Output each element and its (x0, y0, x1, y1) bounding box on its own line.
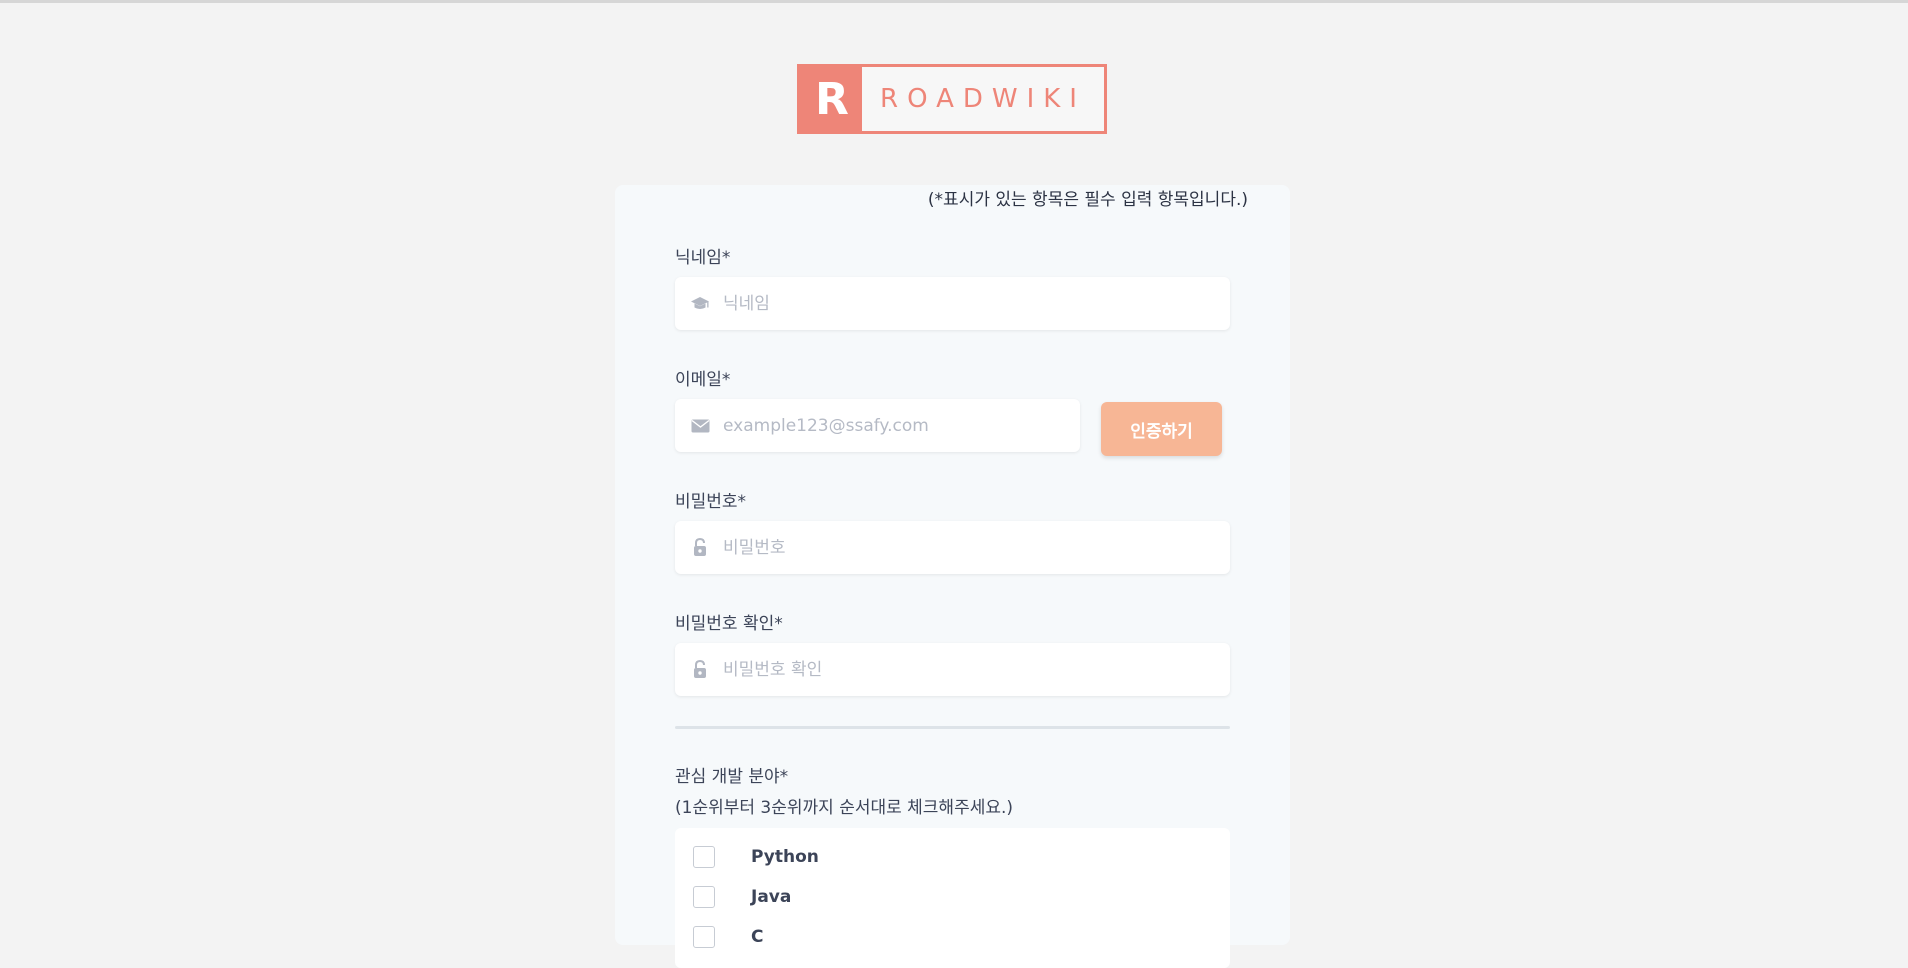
logo-mark: R (800, 67, 862, 131)
interests-hint: (1순위부터 3순위까지 순서대로 체크해주세요.) (675, 798, 1014, 818)
email-input[interactable] (721, 398, 1080, 453)
roadwiki-logo[interactable]: R ROADWIKI (797, 64, 1107, 134)
section-divider (675, 726, 1230, 729)
interest-checkbox[interactable] (693, 846, 715, 868)
password-confirm-input[interactable] (721, 642, 1230, 697)
required-note: (*표시가 있는 항목은 필수 입력 항목입니다.) (927, 190, 1248, 210)
lock-icon (689, 537, 711, 559)
interest-checkbox[interactable] (693, 886, 715, 908)
password-field[interactable] (675, 520, 1230, 575)
top-border (0, 0, 1908, 3)
envelope-icon (689, 415, 711, 437)
verify-email-button[interactable]: 인증하기 (1101, 402, 1222, 456)
nickname-field[interactable] (675, 276, 1230, 331)
graduation-cap-icon (689, 293, 711, 315)
password-label: 비밀번호* (675, 492, 747, 512)
password-confirm-label: 비밀번호 확인* (675, 614, 783, 634)
lock-icon (689, 659, 711, 681)
interest-option[interactable]: Python (693, 846, 819, 868)
nickname-input[interactable] (721, 276, 1230, 331)
logo-text: ROADWIKI (880, 84, 1086, 114)
interests-list: Python Java C (675, 828, 1230, 968)
interest-option-label: C (751, 927, 764, 947)
interest-option-label: Python (751, 847, 819, 867)
password-input[interactable] (721, 520, 1230, 575)
interest-checkbox[interactable] (693, 926, 715, 948)
interest-option-label: Java (751, 887, 792, 907)
signup-card: (*표시가 있는 항목은 필수 입력 항목입니다.) 닉네임* 이메일* 인증하… (615, 185, 1290, 968)
password-confirm-field[interactable] (675, 642, 1230, 697)
interests-label: 관심 개발 분야* (675, 767, 789, 787)
email-field[interactable] (675, 398, 1080, 453)
email-label: 이메일* (675, 370, 731, 390)
nickname-label: 닉네임* (675, 248, 731, 268)
interest-option[interactable]: Java (693, 886, 791, 908)
interest-option[interactable]: C (693, 926, 763, 948)
